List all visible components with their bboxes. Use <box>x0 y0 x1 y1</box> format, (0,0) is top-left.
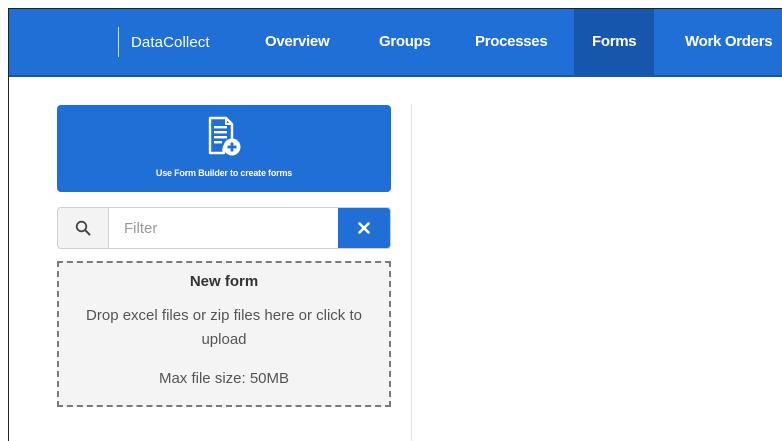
max-file-size: Max file size: 50MB <box>158 370 290 387</box>
nav-item-processes[interactable]: Processes <box>457 9 565 75</box>
nav-item-overview[interactable]: Overview <box>247 9 347 75</box>
filter-input[interactable] <box>109 208 338 248</box>
nav-item-work-orders[interactable]: Work Orders <box>667 9 782 75</box>
close-icon <box>358 222 370 234</box>
app-brand[interactable]: DataCollect <box>131 34 210 51</box>
brand-divider <box>118 27 119 57</box>
content-divider <box>411 104 412 441</box>
form-builder-button[interactable]: Use Form Builder to create forms <box>57 105 391 192</box>
search-addon <box>58 208 109 248</box>
filter-group <box>57 207 391 249</box>
clear-filter-button[interactable] <box>338 208 390 248</box>
nav-item-forms[interactable]: Forms <box>574 9 655 75</box>
search-icon <box>75 220 91 236</box>
top-navbar: DataCollect Overview Groups Processes Fo… <box>9 9 782 77</box>
dropzone-title: New form <box>189 273 259 290</box>
nav-item-groups[interactable]: Groups <box>361 9 449 75</box>
dropzone-instructions: Drop excel files or zip files here or cl… <box>86 307 362 348</box>
form-add-icon <box>208 116 241 156</box>
app-window: DataCollect Overview Groups Processes Fo… <box>8 8 782 441</box>
upload-dropzone[interactable]: New form Drop excel files or zip files h… <box>57 261 391 407</box>
form-builder-label: Use Form Builder to create forms <box>155 168 293 178</box>
